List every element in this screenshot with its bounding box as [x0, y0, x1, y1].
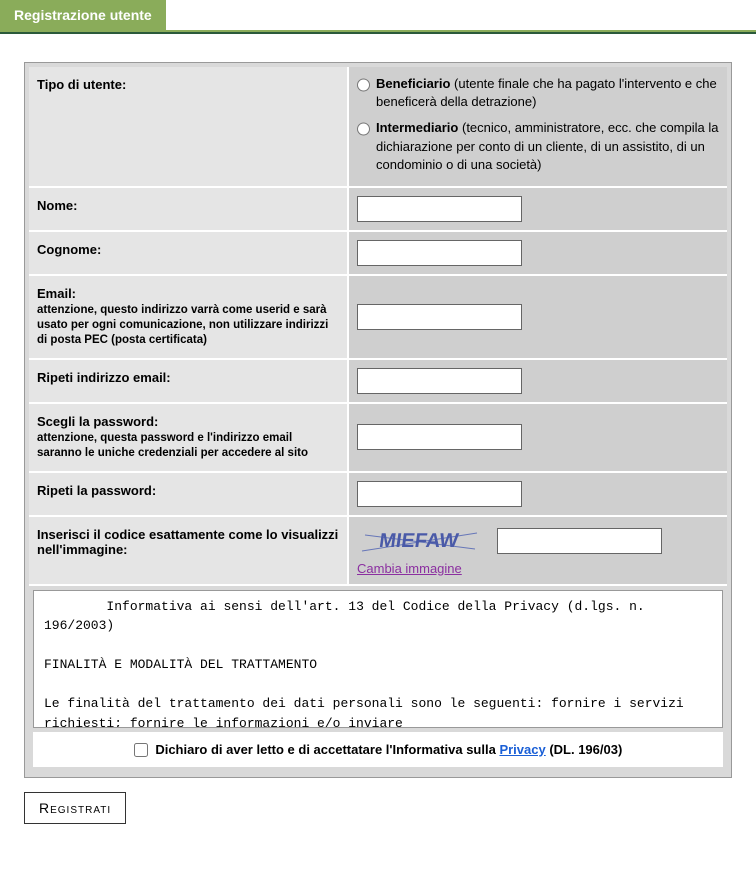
- page-title: Registrazione utente: [0, 0, 166, 30]
- nome-input[interactable]: [357, 196, 522, 222]
- field-repeat-password: Ripeti la password:: [29, 473, 727, 517]
- captcha-input[interactable]: [497, 528, 662, 554]
- privacy-link[interactable]: Privacy: [499, 742, 545, 757]
- radio-intermediario[interactable]: [357, 122, 370, 136]
- field-label: Ripeti la password:: [29, 473, 349, 515]
- radio-intermediario-label: Intermediario: [376, 120, 458, 135]
- field-email: Email: attenzione, questo indirizzo varr…: [29, 276, 727, 360]
- repeat-email-input[interactable]: [357, 368, 522, 394]
- radio-beneficiario-label: Beneficiario: [376, 76, 450, 91]
- field-cognome: Cognome:: [29, 232, 727, 276]
- field-label: Inserisci il codice esattamente come lo …: [29, 517, 349, 584]
- field-hint: attenzione, questo indirizzo varrà come …: [37, 303, 339, 348]
- svg-text:MIEFAW: MIEFAW: [378, 530, 460, 552]
- cognome-input[interactable]: [357, 240, 522, 266]
- accept-bar: Dichiaro di aver letto e di accettatare …: [33, 732, 723, 768]
- field-label: Nome:: [29, 188, 349, 230]
- captcha-image: MIEFAW: [357, 525, 485, 557]
- registrati-button[interactable]: Registrati: [24, 792, 126, 824]
- captcha-change-link[interactable]: Cambia immagine: [357, 561, 462, 576]
- accept-checkbox[interactable]: [134, 743, 148, 757]
- repeat-password-input[interactable]: [357, 481, 522, 507]
- field-label: Ripeti indirizzo email:: [29, 360, 349, 402]
- field-hint: attenzione, questa password e l'indirizz…: [37, 431, 339, 461]
- field-label: Tipo di utente:: [29, 67, 349, 186]
- accept-text-suffix: (DL. 196/03): [546, 742, 623, 757]
- field-captcha: Inserisci il codice esattamente come lo …: [29, 517, 727, 586]
- radio-beneficiario[interactable]: [357, 78, 370, 92]
- field-tipo-utente: Tipo di utente: Beneficiario (utente fin…: [29, 67, 727, 188]
- terms-textarea[interactable]: Informativa ai sensi dell'art. 13 del Co…: [33, 590, 723, 728]
- field-nome: Nome:: [29, 188, 727, 232]
- accept-text-prefix: Dichiaro di aver letto e di accettatare …: [155, 742, 499, 757]
- field-label: Cognome:: [29, 232, 349, 274]
- email-input[interactable]: [357, 304, 522, 330]
- form-panel: Tipo di utente: Beneficiario (utente fin…: [24, 62, 732, 778]
- field-password: Scegli la password: attenzione, questa p…: [29, 404, 727, 473]
- field-label: Scegli la password:: [37, 414, 158, 429]
- field-label: Email:: [37, 286, 76, 301]
- password-input[interactable]: [357, 424, 522, 450]
- field-repeat-email: Ripeti indirizzo email:: [29, 360, 727, 404]
